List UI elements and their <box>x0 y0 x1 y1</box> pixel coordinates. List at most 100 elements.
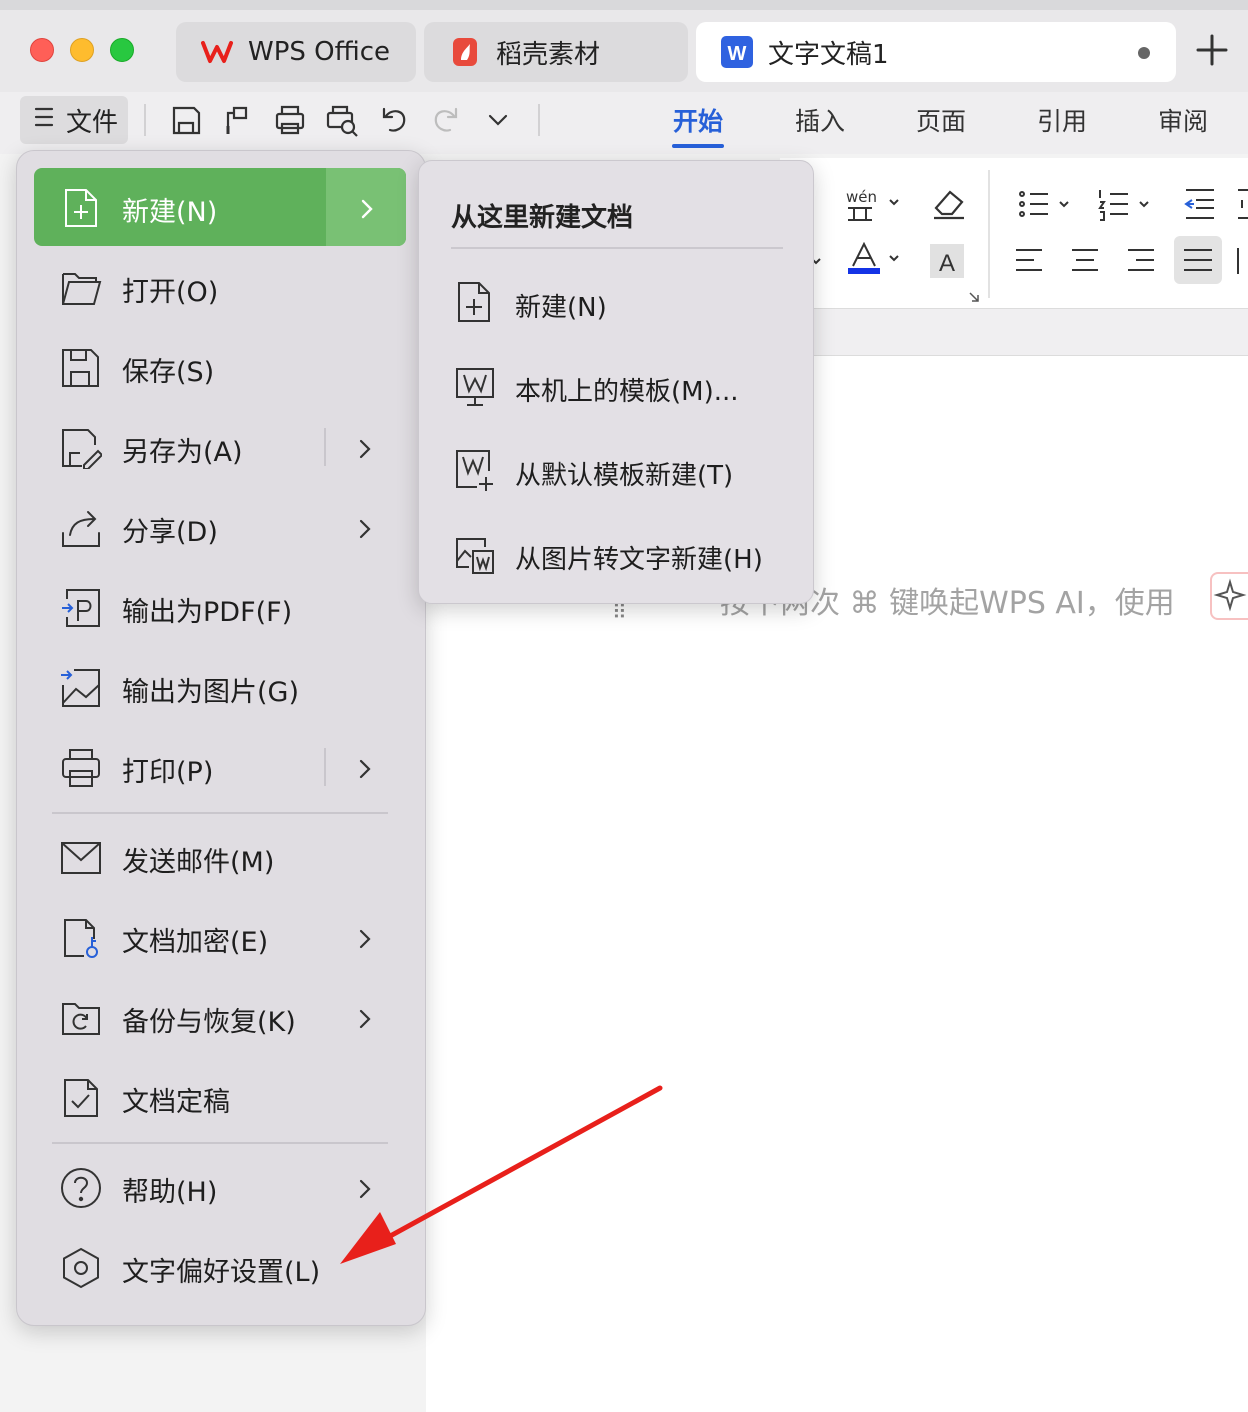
file-menu-button[interactable]: 文件 <box>20 96 128 144</box>
wps-logo-icon <box>200 35 234 69</box>
increase-indent-icon[interactable] <box>1236 186 1248 226</box>
print-preview-icon[interactable] <box>324 102 360 138</box>
default-template-icon <box>455 449 495 491</box>
submenu-item-label: 本机上的模板(M)... <box>515 377 739 407</box>
svg-text:W: W <box>728 43 747 65</box>
menu-item-label: 保存(S) <box>122 357 215 388</box>
clear-format-icon[interactable] <box>928 186 968 226</box>
svg-text:A: A <box>939 250 955 277</box>
menu-item-label: 文档定稿 <box>122 1087 230 1118</box>
wps-ai-button[interactable] <box>1210 572 1248 620</box>
menu-item-new[interactable]: 新建(N) <box>34 168 406 246</box>
ribbon-panel <box>780 158 1248 308</box>
tab-docer[interactable]: 稻壳素材 <box>424 22 688 82</box>
bullet-list-icon[interactable] <box>1016 186 1076 226</box>
tab-review[interactable]: 审阅 <box>1158 102 1208 138</box>
open-folder-icon <box>60 267 102 309</box>
hamburger-icon <box>34 105 54 135</box>
new-submenu: 从这里新建文档 新建(N) 本机上的模板(M)... 从默认模板新建(T) 从图… <box>418 160 814 604</box>
submenu-title: 从这里新建文档 <box>451 203 634 233</box>
character-shading-icon[interactable]: A <box>930 244 964 282</box>
submenu-item-new[interactable]: 新建(N) <box>419 261 815 345</box>
decrease-indent-icon[interactable] <box>1182 186 1218 226</box>
menu-item-label: 打开(O) <box>122 277 219 308</box>
format-painter-icon[interactable] <box>220 102 256 138</box>
ribbon-divider <box>988 170 990 298</box>
menu-item-backup[interactable]: 备份与恢复(K) <box>34 978 406 1056</box>
justify-button[interactable] <box>1174 236 1222 284</box>
submenu-item-label: 新建(N) <box>515 293 607 323</box>
submenu-item-image-to-text[interactable]: 从图片转文字新建(H) <box>419 513 815 597</box>
print-icon[interactable] <box>272 102 308 138</box>
undo-icon[interactable] <box>376 102 412 138</box>
tab-document[interactable]: W 文字文稿1 <box>696 22 1176 82</box>
toolbar-divider <box>144 104 146 136</box>
export-pdf-icon <box>60 587 102 629</box>
font-dialog-launcher-icon[interactable] <box>968 288 980 307</box>
menu-item-label: 发送邮件(M) <box>122 847 275 878</box>
window-top-edge <box>0 0 1248 10</box>
menu-item-label: 分享(D) <box>122 517 218 548</box>
new-tab-button[interactable] <box>1192 30 1232 70</box>
menu-item-save[interactable]: 保存(S) <box>34 328 406 406</box>
menu-item-label: 新建(N) <box>122 197 218 228</box>
align-left-icon[interactable] <box>1012 244 1046 282</box>
menu-item-save-as[interactable]: 另存为(A) <box>34 408 406 486</box>
redo-icon[interactable] <box>428 102 464 138</box>
close-window-button[interactable] <box>30 38 54 62</box>
chevron-right-icon <box>354 516 376 539</box>
numbered-list-icon[interactable] <box>1096 186 1156 226</box>
image-to-text-icon <box>455 533 495 575</box>
submenu-item-local-template[interactable]: 本机上的模板(M)... <box>419 345 815 429</box>
save-icon[interactable] <box>168 102 204 138</box>
menu-item-label: 帮助(H) <box>122 1177 218 1208</box>
chevron-right-icon <box>354 1006 376 1029</box>
menu-item-help[interactable]: 帮助(H) <box>34 1148 406 1226</box>
chevron-right-icon[interactable] <box>354 436 376 459</box>
zoom-window-button[interactable] <box>110 38 134 62</box>
menu-item-export-pdf[interactable]: 输出为PDF(F) <box>34 568 406 646</box>
menu-item-label: 文字偏好设置(L) <box>122 1257 321 1288</box>
minimize-window-button[interactable] <box>70 38 94 62</box>
svg-text:wén: wén <box>846 188 877 206</box>
writer-logo-icon: W <box>720 35 754 69</box>
tab-page[interactable]: 页面 <box>916 102 966 138</box>
distributed-align-icon[interactable] <box>1236 244 1248 282</box>
submenu-item-default-template[interactable]: 从默认模板新建(T) <box>419 429 815 513</box>
justify-icon <box>1184 249 1212 271</box>
ruler-strip <box>780 308 1248 356</box>
print-icon <box>60 747 102 789</box>
menu-item-share[interactable]: 分享(D) <box>34 488 406 566</box>
chevron-right-icon[interactable] <box>354 756 376 779</box>
align-center-icon[interactable] <box>1068 244 1102 282</box>
phonetic-guide-icon[interactable]: wén <box>844 186 904 226</box>
tab-wps-office[interactable]: WPS Office <box>176 22 416 82</box>
encrypt-icon <box>60 917 102 959</box>
menu-item-export-image[interactable]: 输出为图片(G) <box>34 648 406 726</box>
menu-item-separator <box>324 428 326 466</box>
submenu-item-label: 从图片转文字新建(H) <box>515 545 763 575</box>
unsaved-indicator <box>1138 47 1150 59</box>
tab-home[interactable]: 开始 <box>673 102 723 138</box>
submenu-item-label: 从默认模板新建(T) <box>515 461 734 491</box>
sparkle-icon <box>1213 578 1247 612</box>
plus-icon <box>1196 34 1228 66</box>
menu-item-preferences[interactable]: 文字偏好设置(L) <box>34 1228 406 1306</box>
tab-insert[interactable]: 插入 <box>795 102 845 138</box>
menu-item-encrypt[interactable]: 文档加密(E) <box>34 898 406 976</box>
chevron-right-icon <box>354 1176 376 1199</box>
align-right-icon[interactable] <box>1124 244 1158 282</box>
toolbar-divider <box>538 104 540 136</box>
menu-item-separator <box>324 748 326 786</box>
menu-item-send-mail[interactable]: 发送邮件(M) <box>34 818 406 896</box>
menu-divider <box>52 1142 388 1144</box>
chevron-down-icon[interactable] <box>480 102 516 138</box>
active-tab-indicator <box>672 144 724 148</box>
tab-references[interactable]: 引用 <box>1037 102 1087 138</box>
menu-item-print[interactable]: 打印(P) <box>34 728 406 806</box>
menu-item-open[interactable]: 打开(O) <box>34 248 406 326</box>
font-color-icon[interactable] <box>844 241 904 282</box>
menu-item-finalize[interactable]: 文档定稿 <box>34 1058 406 1136</box>
backup-icon <box>60 997 102 1039</box>
tab-label: WPS Office <box>248 37 391 67</box>
